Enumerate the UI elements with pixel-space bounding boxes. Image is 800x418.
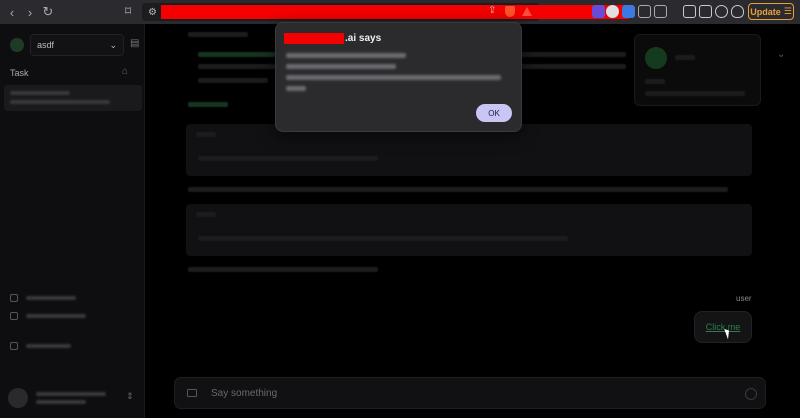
dialog-title-suffix: .ai says [345,33,382,44]
avatar [8,388,28,408]
chevron-down-icon: ⌄ [109,39,117,50]
address-bar[interactable]: ⚙ [142,3,629,21]
context-card: ⌄ [634,34,785,106]
extension-icon[interactable] [592,5,605,18]
menu-icon: ☰ [783,6,792,16]
brave-shields-icon[interactable] [505,6,515,17]
alert-dialog: .ai says OK [275,22,522,132]
workspace-select[interactable]: asdf ⌄ [30,34,124,56]
user-message-link[interactable]: Click me [706,322,741,332]
message-input[interactable] [211,387,731,399]
app-logo-icon [10,38,24,52]
url-redaction [161,5,629,19]
shield-icon[interactable] [731,5,744,18]
share-icon[interactable]: ⇪ [488,5,496,16]
ok-button[interactable]: OK [476,104,512,122]
card-icon [645,47,667,69]
send-icon[interactable] [745,388,757,400]
site-name-redaction [284,33,344,44]
nav-controls: ‹ › ↻ [4,4,56,20]
user-role-label: user [736,294,752,303]
sidebar-toggle-icon[interactable] [683,5,696,18]
workspace-name: asdf [37,40,55,50]
reload-icon[interactable]: ↻ [40,4,56,20]
update-button[interactable]: Update ☰ [748,3,794,20]
sidebar-nav-item[interactable] [10,294,76,302]
sidebar: asdf ⌄ ▤ Task ⌂ ⇕ [0,24,145,418]
user-message-bubble: Click me [694,311,752,343]
new-task-icon[interactable]: ⌂ [122,66,128,77]
browser-toolbar: ‹ › ↻ ⌑ ⚙ ⇪ Update ☰ [0,0,800,24]
chevron-down-icon: ⌄ [777,49,786,60]
brave-rewards-icon[interactable] [522,7,532,16]
extension-icon[interactable] [654,5,667,18]
message-composer [174,377,766,409]
wallet-icon[interactable] [699,5,712,18]
sidebar-nav-item[interactable] [10,312,86,320]
workspace-header: asdf ⌄ ▤ [8,34,139,56]
collapse-sidebar-icon[interactable]: ▤ [130,38,139,49]
update-label: Update [750,6,781,17]
sidebar-nav-item[interactable] [10,342,71,350]
extension-icon[interactable] [622,5,635,18]
dialog-title: .ai says [284,33,381,44]
bookmark-icon[interactable]: ⌑ [125,4,131,18]
conversation-item[interactable] [4,85,142,111]
forward-icon[interactable]: › [22,4,38,20]
user-profile[interactable]: ⇕ [8,386,138,410]
chevron-updown-icon: ⇕ [126,391,134,401]
dialog-message [286,53,516,97]
site-settings-icon[interactable]: ⚙ [148,7,157,18]
vpn-icon[interactable] [715,5,728,18]
back-icon[interactable]: ‹ [4,4,20,20]
extension-icon[interactable] [606,5,619,18]
task-section-label: Task [10,68,29,78]
extension-icon[interactable] [638,5,651,18]
code-block [186,204,752,256]
image-attach-icon[interactable] [187,389,197,397]
